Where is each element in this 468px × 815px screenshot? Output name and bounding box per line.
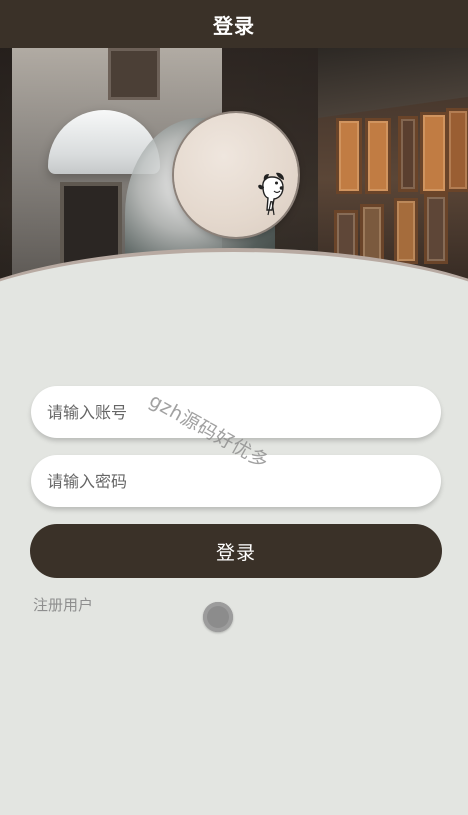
window-panel [424,194,448,264]
window-panel [394,198,418,264]
snoopy-icon [258,172,284,216]
avatar [174,113,298,237]
window-panel [446,108,468,192]
register-link[interactable]: 注册用户 [33,594,93,615]
password-input[interactable] [31,455,441,507]
account-input[interactable] [31,386,441,438]
login-button-label: 登录 [215,541,256,564]
window-panel [420,112,448,194]
page-title: 登录 [213,13,255,38]
hero-curve [0,248,468,340]
window-panel [360,204,384,264]
account-field[interactable] [31,386,441,438]
left-building-window [108,48,160,100]
password-field[interactable] [31,455,441,507]
window-panel [398,116,418,192]
login-button[interactable]: 登录 [30,524,442,578]
window-panel [365,118,391,194]
window-panel [336,118,362,194]
floating-handle[interactable] [203,602,233,632]
login-page: 登录 请输入账号 登录 注册用户 gzh源码好优多 [0,0,468,815]
top-bar: 登录 [0,0,468,48]
